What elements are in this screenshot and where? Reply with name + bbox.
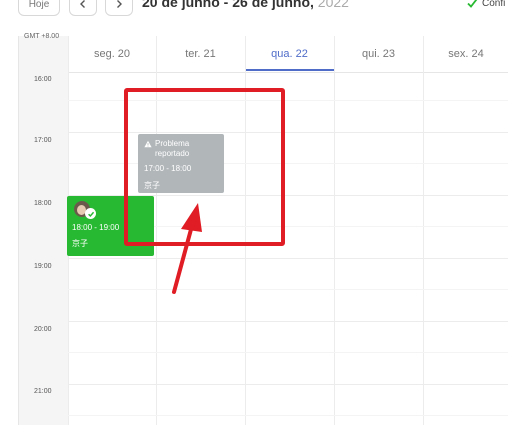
date-range-year: 2022 (317, 0, 349, 10)
day-header-tue[interactable]: ter. 21 (156, 36, 245, 72)
confirmed-legend[interactable]: Confi (466, 0, 505, 9)
date-range-title: 20 de junho - 26 de junho, 2022 (142, 0, 349, 10)
timezone-label: GMT +8.00 (24, 33, 60, 40)
hour-label: 16:00 (34, 76, 52, 83)
day-header-thu[interactable]: qui. 23 (334, 36, 423, 72)
event-avatar-wrap (72, 201, 96, 221)
hour-label: 21:00 (34, 388, 52, 395)
today-button[interactable]: Hoje (18, 0, 60, 16)
check-circle-icon (87, 211, 94, 217)
time-gutter: GMT +8.00 16:00 17:00 18:00 19:00 20:00 … (19, 33, 69, 425)
confirmed-badge (85, 208, 96, 219)
next-week-button[interactable] (105, 0, 133, 16)
highlight-box-annotation (124, 88, 285, 246)
day-header-wed[interactable]: qua. 22 (245, 36, 334, 71)
hour-label: 19:00 (34, 263, 52, 270)
hour-label: 20:00 (34, 326, 52, 333)
previous-week-button[interactable] (69, 0, 97, 16)
hour-label: 17:00 (34, 137, 52, 144)
hour-label: 18:00 (34, 200, 52, 207)
day-header-mon[interactable]: seg. 20 (68, 36, 156, 72)
day-header-row: seg. 20 ter. 21 qua. 22 qui. 23 sex. 24 (68, 36, 508, 73)
confirmed-legend-label: Confi (482, 0, 506, 9)
chevron-right-icon (117, 0, 122, 8)
chevron-left-icon (80, 0, 85, 8)
day-header-fri[interactable]: sex. 24 (423, 36, 508, 72)
check-icon (467, 0, 478, 8)
date-range-text: 20 de junho - 26 de junho, (142, 0, 314, 10)
calendar-toolbar: Hoje 20 de junho - 26 de junho, 2022 Con… (0, 0, 508, 22)
